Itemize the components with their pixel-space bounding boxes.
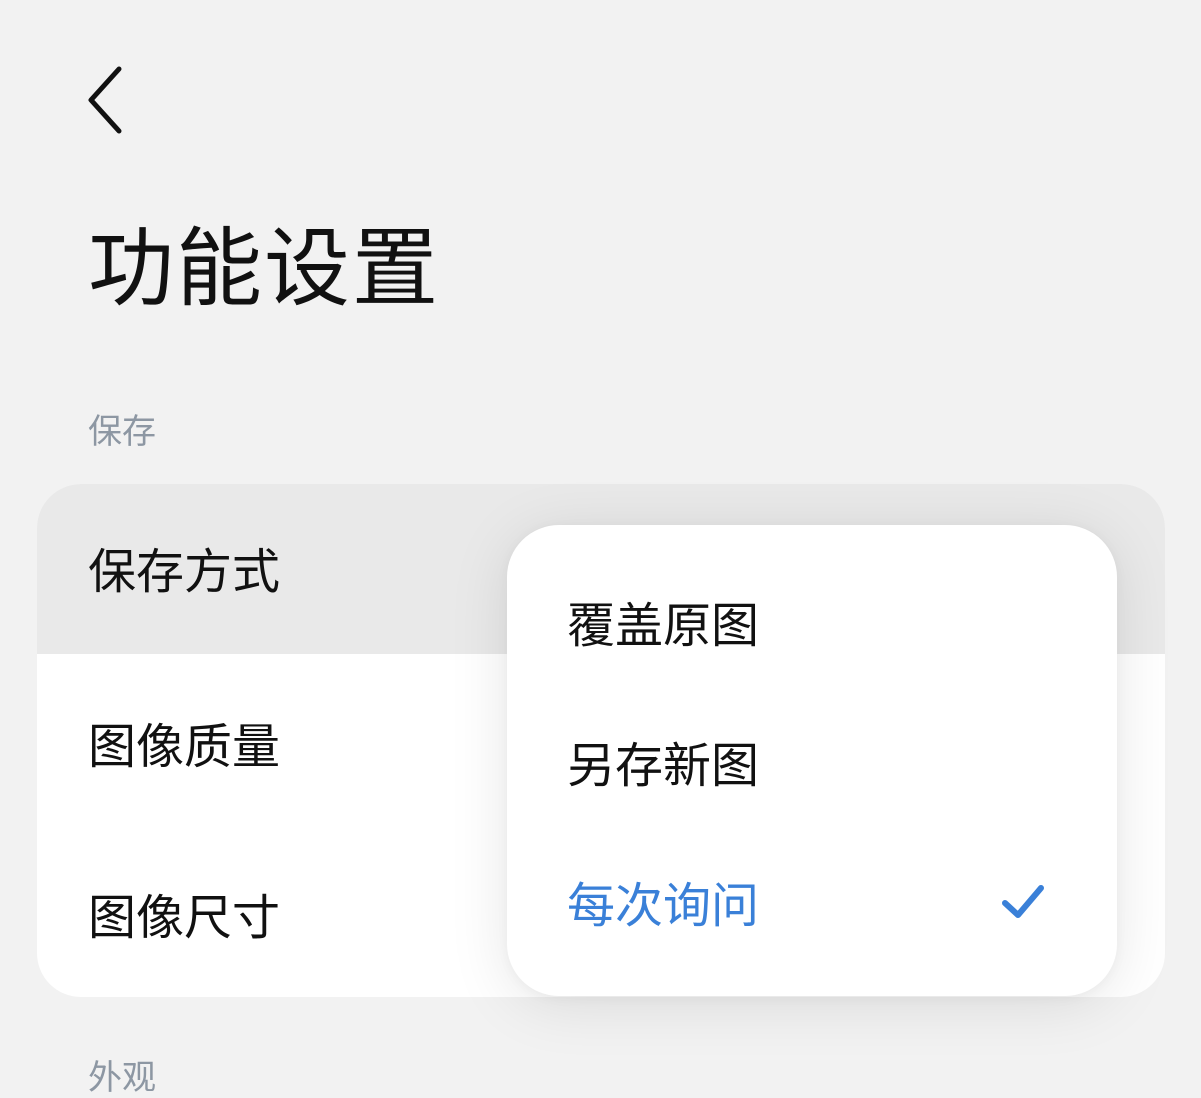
setting-row-label: 图像质量 xyxy=(88,718,281,775)
menu-item-ask-every-time[interactable]: 每次询问 xyxy=(507,831,1117,971)
menu-item-label: 覆盖原图 xyxy=(567,598,760,654)
menu-item-label: 每次询问 xyxy=(567,878,760,934)
setting-row-label: 图像尺寸 xyxy=(88,889,281,946)
checkmark-icon xyxy=(1002,885,1044,918)
section-label-save: 保存 xyxy=(88,412,156,452)
save-mode-dropdown: 覆盖原图 另存新图 每次询问 xyxy=(507,525,1117,996)
page-title: 功能设置 xyxy=(88,219,440,319)
setting-row-label: 保存方式 xyxy=(88,544,281,600)
menu-item-save-as-new[interactable]: 另存新图 xyxy=(507,691,1117,831)
menu-item-label: 另存新图 xyxy=(567,738,760,794)
section-label-appearance: 外观 xyxy=(88,1058,156,1098)
menu-item-overwrite[interactable]: 覆盖原图 xyxy=(507,551,1117,691)
chevron-left-icon xyxy=(88,66,122,134)
back-button[interactable] xyxy=(70,55,140,145)
